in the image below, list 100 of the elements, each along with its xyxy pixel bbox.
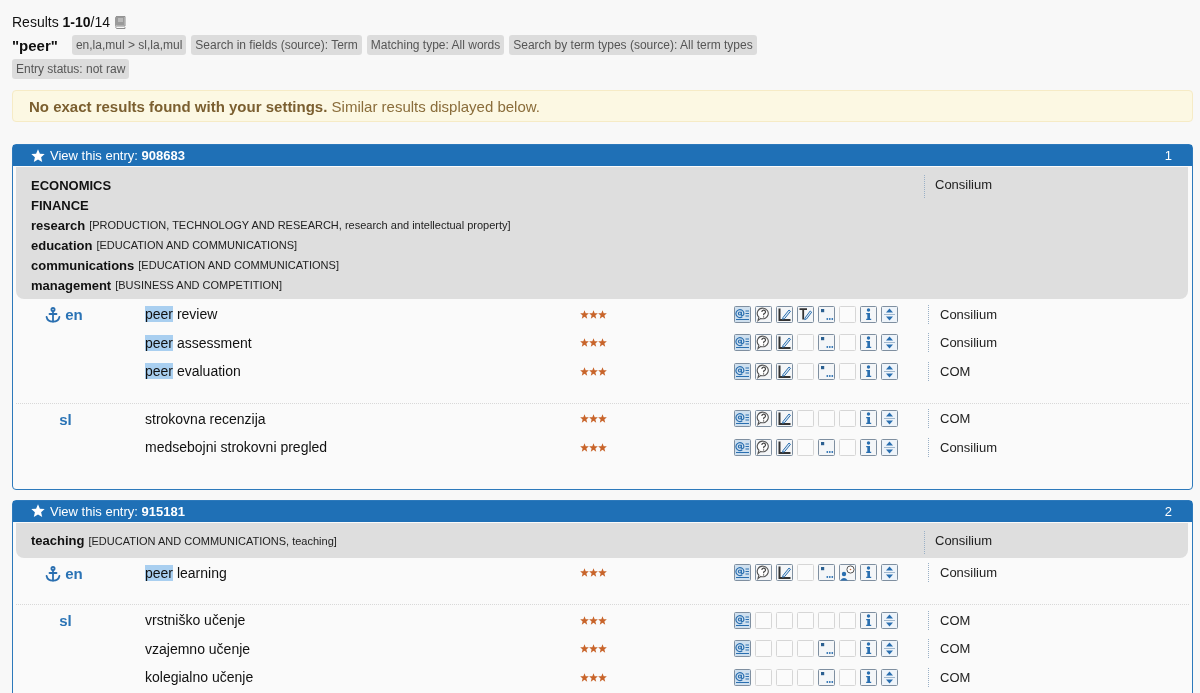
ellipsis-icon[interactable] <box>818 362 835 380</box>
info-icon[interactable] <box>860 362 877 380</box>
ellipsis-icon[interactable] <box>818 334 835 352</box>
question-bubble-icon[interactable] <box>755 305 772 323</box>
up-down-arrows-icon[interactable] <box>881 362 898 380</box>
star-icon <box>580 615 589 625</box>
source-label: COM <box>928 361 971 381</box>
domain-name: communications <box>31 257 135 273</box>
language-code: en <box>65 306 83 324</box>
ellipsis-icon[interactable] <box>818 668 835 686</box>
at-sign-icon[interactable] <box>734 564 751 582</box>
source-label: Consilium <box>924 175 993 198</box>
star-icon <box>598 615 607 625</box>
up-down-arrows-icon[interactable] <box>881 438 898 456</box>
info-icon[interactable] <box>860 305 877 323</box>
star-icon <box>589 309 598 319</box>
at-sign-icon[interactable] <box>734 668 751 686</box>
term-text: medsebojni strokovni pregled <box>145 439 329 456</box>
empty-tile-icon <box>839 611 856 629</box>
star-icon <box>598 414 607 424</box>
at-sign-icon[interactable] <box>734 640 751 658</box>
info-icon[interactable] <box>860 640 877 658</box>
at-sign-icon[interactable] <box>734 362 751 380</box>
empty-tile-icon <box>797 362 814 380</box>
pen-icon[interactable] <box>776 438 793 456</box>
question-bubble-icon[interactable] <box>755 410 772 428</box>
star-icon <box>589 366 598 376</box>
star-icon <box>589 568 598 578</box>
up-down-arrows-icon[interactable] <box>881 668 898 686</box>
question-bubble-icon[interactable] <box>755 438 772 456</box>
empty-tile-icon <box>797 640 814 658</box>
up-down-arrows-icon[interactable] <box>881 564 898 582</box>
source-label: Consilium <box>928 333 998 353</box>
star-icon <box>31 148 45 163</box>
info-icon[interactable] <box>860 410 877 428</box>
up-down-arrows-icon[interactable] <box>881 640 898 658</box>
ellipsis-icon[interactable] <box>818 640 835 658</box>
star-icon <box>580 442 589 452</box>
question-bubble-icon[interactable] <box>755 362 772 380</box>
domain-path: [PRODUCTION, TECHNOLOGY AND RESEARCH, research and intellectual property] <box>89 219 511 231</box>
view-entry-link[interactable]: View this entry: 908683 <box>31 148 185 163</box>
ellipsis-icon[interactable] <box>818 564 835 582</box>
filter-tag: Entry status: not raw <box>12 59 130 79</box>
empty-tile-icon <box>797 668 814 686</box>
at-sign-icon[interactable] <box>734 334 751 352</box>
term-text: vzajemno učenje <box>145 640 252 657</box>
star-icon <box>580 414 589 424</box>
ellipsis-icon[interactable] <box>818 438 835 456</box>
up-down-arrows-icon[interactable] <box>881 334 898 352</box>
empty-tile-icon <box>776 668 793 686</box>
pen-icon[interactable] <box>776 564 793 582</box>
star-icon <box>589 442 598 452</box>
at-sign-icon[interactable] <box>734 438 751 456</box>
pen-icon[interactable] <box>776 305 793 323</box>
info-icon[interactable] <box>860 564 877 582</box>
empty-tile-icon <box>797 334 814 352</box>
empty-tile-icon <box>755 640 772 658</box>
filter-tag: Search by term types (source): All term types <box>509 35 757 55</box>
pen-icon[interactable] <box>776 410 793 428</box>
star-icon <box>598 309 607 319</box>
star-icon <box>598 568 607 578</box>
at-sign-icon[interactable] <box>734 611 751 629</box>
term-text: peer review <box>145 306 219 323</box>
search-query: "peer" <box>12 36 58 54</box>
filter-tag: en,la,mul > sl,la,mul <box>71 35 187 55</box>
question-bubble-icon[interactable] <box>755 334 772 352</box>
person-speech-icon[interactable] <box>839 564 856 582</box>
source-label: Consilium <box>928 304 998 324</box>
source-label: COM <box>928 667 971 687</box>
star-icon <box>589 414 598 424</box>
up-down-arrows-icon[interactable] <box>881 611 898 629</box>
pen-icon[interactable] <box>776 334 793 352</box>
info-icon[interactable] <box>860 668 877 686</box>
source-label: COM <box>928 610 971 630</box>
star-icon <box>580 309 589 319</box>
filter-tag: Search in fields (source): Term <box>191 35 362 55</box>
star-icon <box>580 644 589 654</box>
source-label: COM <box>928 409 971 429</box>
info-icon[interactable] <box>860 438 877 456</box>
star-icon <box>31 504 45 518</box>
text-pen-icon[interactable] <box>797 305 814 323</box>
at-sign-icon[interactable] <box>734 410 751 428</box>
empty-tile-icon <box>797 611 814 629</box>
source-label: COM <box>928 639 971 659</box>
filter-tag: Matching type: All words <box>366 35 505 55</box>
domain-name: education <box>31 237 93 253</box>
empty-tile-icon <box>839 334 856 352</box>
term-text: peer assessment <box>145 334 253 351</box>
pen-icon[interactable] <box>776 362 793 380</box>
at-sign-icon[interactable] <box>734 305 751 323</box>
source-label: Consilium <box>928 437 998 457</box>
view-entry-link[interactable]: View this entry: 915181 <box>31 503 185 519</box>
info-icon[interactable] <box>860 334 877 352</box>
up-down-arrows-icon[interactable] <box>881 410 898 428</box>
question-bubble-icon[interactable] <box>755 564 772 582</box>
up-down-arrows-icon[interactable] <box>881 305 898 323</box>
info-icon[interactable] <box>860 611 877 629</box>
language-code: sl <box>59 612 72 630</box>
ellipsis-icon[interactable] <box>818 305 835 323</box>
empty-tile-icon <box>839 305 856 323</box>
